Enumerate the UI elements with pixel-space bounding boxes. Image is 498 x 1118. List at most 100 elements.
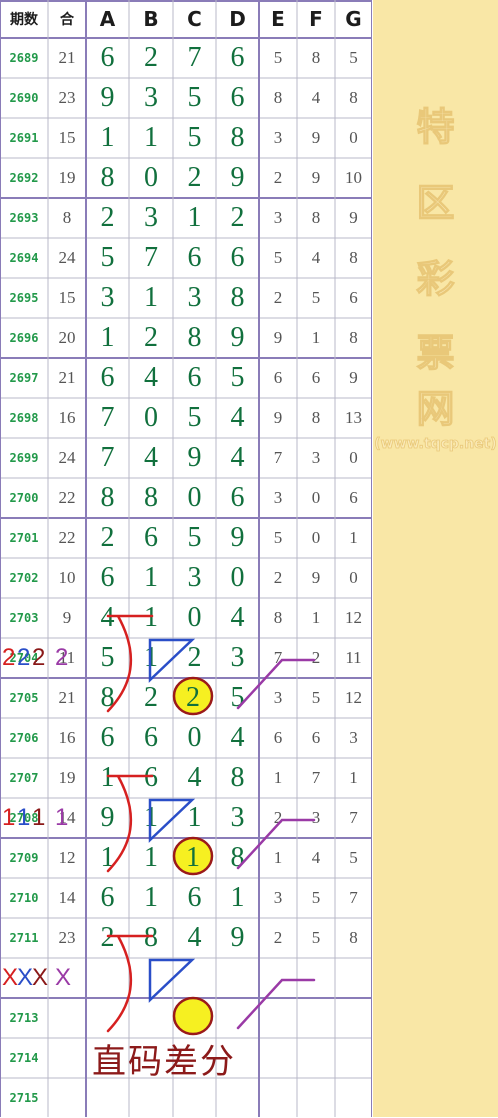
digit-b: 1 bbox=[144, 882, 158, 913]
value-e: 2 bbox=[273, 568, 283, 587]
value-g bbox=[335, 958, 372, 998]
banner-char: 票 bbox=[416, 330, 455, 375]
period-cell: 2696 bbox=[9, 331, 39, 345]
digit-d: 8 bbox=[230, 842, 245, 873]
digit-c: 5 bbox=[187, 522, 202, 553]
banner-char: 彩 bbox=[416, 256, 455, 301]
annotation-mark: 2 bbox=[55, 644, 69, 671]
value-e: 2 bbox=[273, 808, 283, 827]
digit-c: 7 bbox=[187, 42, 202, 73]
annotation-mark: X bbox=[32, 964, 49, 991]
digit-d: 9 bbox=[230, 322, 245, 353]
value-g: 0 bbox=[349, 128, 358, 147]
digit-a bbox=[86, 998, 129, 1038]
digit-c: 4 bbox=[187, 762, 202, 793]
value-f: 2 bbox=[311, 648, 321, 667]
digit-c: 2 bbox=[187, 162, 202, 193]
sum-cell: 23 bbox=[58, 928, 76, 947]
sum-cell bbox=[48, 1038, 86, 1078]
period-cell: 2707 bbox=[9, 771, 39, 785]
trend-grid: 期数合 A B C D E F G 2689 21 6 2 7 6 5 8 5 2690 23 9 3 5 6 8 4 8 269… bbox=[0, 0, 372, 1117]
digit-b: 6 bbox=[144, 762, 158, 793]
value-f: 0 bbox=[311, 528, 321, 547]
annotation-mark: 1 bbox=[2, 804, 16, 831]
sum-cell: 9 bbox=[62, 608, 72, 627]
digit-d: 9 bbox=[230, 922, 245, 953]
digit-a: 1 bbox=[100, 842, 115, 873]
digit-d: 0 bbox=[230, 562, 245, 593]
digit-c: 5 bbox=[187, 402, 202, 433]
digit-b: 4 bbox=[144, 362, 158, 393]
value-e: 3 bbox=[273, 688, 283, 707]
annotation-mark: 1 bbox=[55, 804, 69, 831]
value-f: 9 bbox=[311, 568, 321, 587]
digit-c: 3 bbox=[187, 562, 202, 593]
digit-b: 8 bbox=[144, 922, 158, 953]
digit-a: 6 bbox=[100, 362, 115, 393]
period-cell: 2697 bbox=[9, 371, 39, 385]
annotation-mark: 1 bbox=[32, 804, 46, 831]
digit-d: 4 bbox=[230, 402, 245, 433]
value-e: 5 bbox=[273, 48, 283, 67]
value-e: 8 bbox=[273, 608, 283, 627]
digit-c: 2 bbox=[187, 842, 202, 873]
sum-cell: 21 bbox=[58, 368, 76, 387]
header-d: D bbox=[229, 7, 246, 31]
value-f bbox=[297, 958, 335, 998]
digit-c: 0 bbox=[187, 722, 202, 753]
value-g: 0 bbox=[349, 448, 358, 467]
digit-a: 7 bbox=[100, 442, 115, 473]
digit-b: 4 bbox=[144, 442, 158, 473]
period-cell: 2705 bbox=[9, 691, 39, 705]
value-e: 9 bbox=[273, 328, 283, 347]
period-cell: 2693 bbox=[9, 211, 39, 225]
period-cell: 2702 bbox=[9, 571, 39, 585]
value-g: 6 bbox=[349, 488, 358, 507]
digit-a: 3 bbox=[100, 282, 115, 313]
value-e bbox=[259, 958, 297, 998]
period-cell: 2690 bbox=[9, 91, 39, 105]
digit-c: 1 bbox=[187, 802, 202, 833]
digit-d: 5 bbox=[230, 362, 245, 393]
digit-a bbox=[86, 1078, 129, 1118]
digit-d: 6 bbox=[230, 242, 245, 273]
digit-c: 6 bbox=[187, 362, 202, 393]
value-e: 3 bbox=[273, 488, 283, 507]
digit-d: 9 bbox=[230, 522, 245, 553]
value-g: 8 bbox=[349, 928, 358, 947]
digit-a: 2 bbox=[100, 922, 115, 953]
value-f: 4 bbox=[311, 848, 321, 867]
digit-a: 4 bbox=[100, 602, 115, 633]
digit-d: 6 bbox=[230, 42, 245, 73]
value-g: 5 bbox=[349, 48, 358, 67]
digit-c: 0 bbox=[187, 602, 202, 633]
sum-cell: 21 bbox=[58, 688, 76, 707]
sum-cell: 22 bbox=[58, 528, 76, 547]
digit-a: 9 bbox=[100, 802, 115, 833]
digit-b: 1 bbox=[144, 842, 158, 873]
digit-d bbox=[216, 1078, 259, 1118]
digit-a: 6 bbox=[100, 42, 115, 73]
annotation-mark: 1 bbox=[17, 804, 31, 831]
sum-cell: 22 bbox=[58, 488, 76, 507]
digit-a: 8 bbox=[100, 162, 115, 193]
value-f: 5 bbox=[311, 288, 321, 307]
value-e: 1 bbox=[273, 848, 283, 867]
value-g: 1 bbox=[349, 528, 358, 547]
digit-a: 5 bbox=[100, 242, 115, 273]
digit-a: 8 bbox=[100, 682, 115, 713]
header-period: 期数 bbox=[10, 12, 38, 28]
sum-cell: 12 bbox=[58, 848, 76, 867]
sum-cell: 24 bbox=[58, 448, 76, 467]
digit-b: 8 bbox=[144, 482, 158, 513]
period-cell: 2709 bbox=[9, 851, 39, 865]
value-g: 0 bbox=[349, 568, 358, 587]
digit-b: 6 bbox=[144, 522, 158, 553]
digit-c: 1 bbox=[187, 202, 202, 233]
sum-cell: 21 bbox=[58, 48, 76, 67]
value-f: 8 bbox=[311, 48, 321, 67]
value-e: 5 bbox=[273, 528, 283, 547]
digit-a: 2 bbox=[100, 202, 115, 233]
value-g: 3 bbox=[349, 728, 358, 747]
value-e: 9 bbox=[273, 408, 283, 427]
